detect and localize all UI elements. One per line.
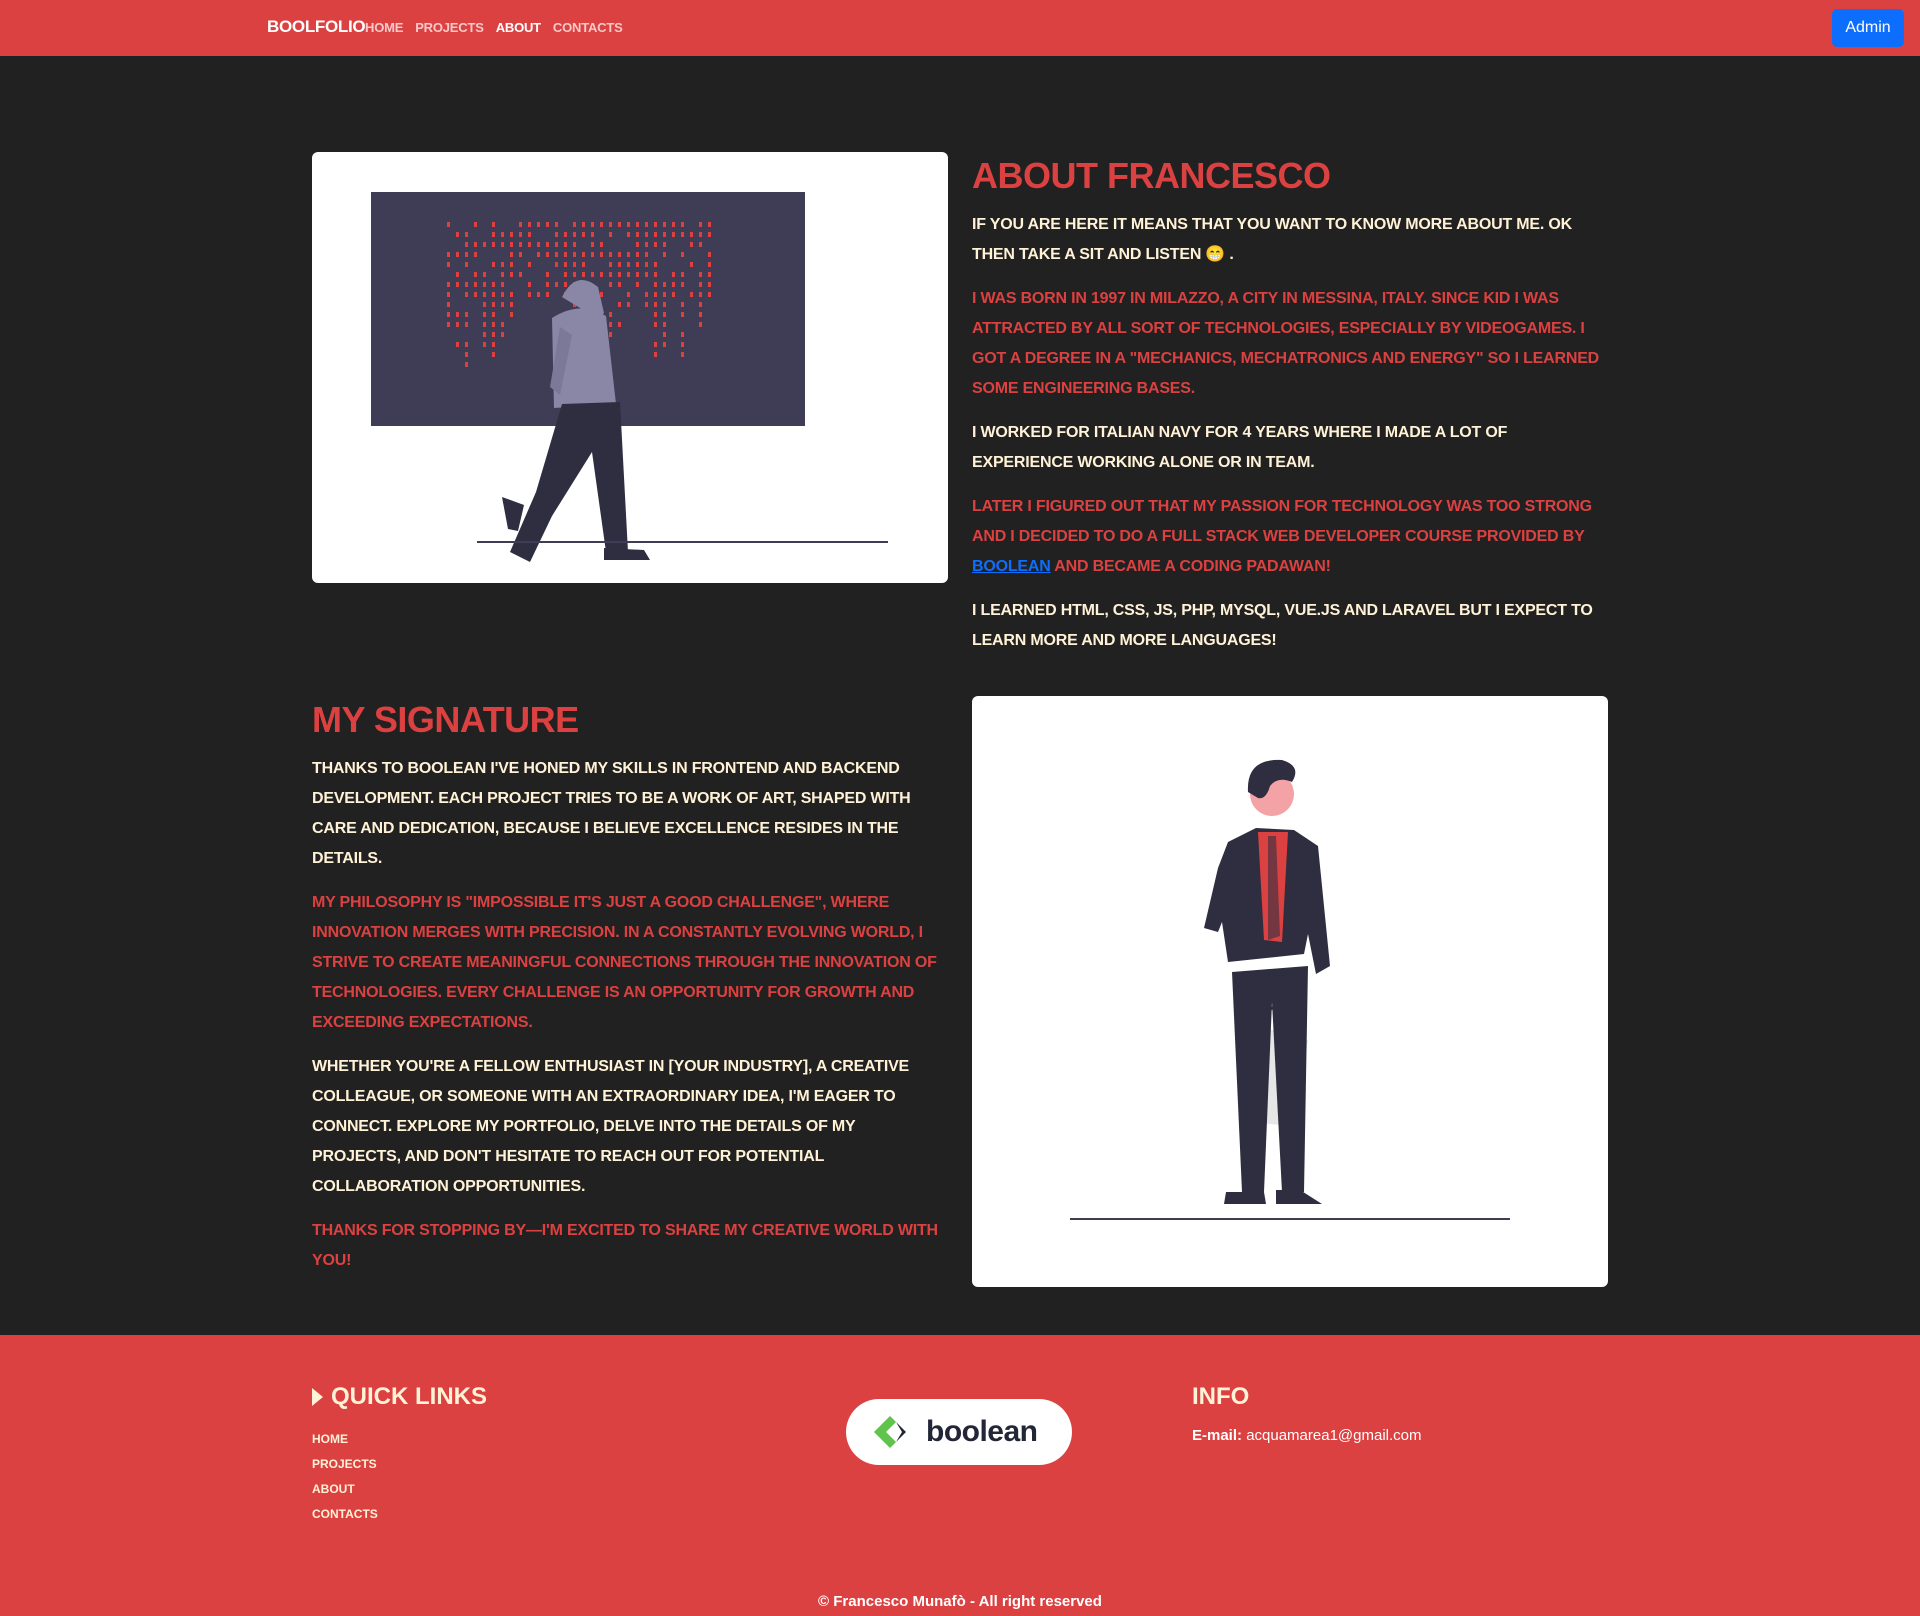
admin-button[interactable]: Admin — [1832, 9, 1904, 47]
footer-link-home[interactable]: HOME — [312, 1427, 378, 1452]
about-title: ABOUT FRANCESCO — [972, 155, 1331, 196]
nav-link-about[interactable]: ABOUT — [496, 20, 541, 35]
footer-link-projects[interactable]: PROJECTS — [312, 1452, 378, 1477]
quick-links-list: HOME PROJECTS ABOUT CONTACTS — [312, 1427, 378, 1527]
signature-paragraph-2: MY PHILOSOPHY IS "IMPOSSIBLE IT'S JUST A… — [312, 894, 937, 1031]
signature-paragraph-3: WHETHER YOU'RE A FELLOW ENTHUSIAST IN [Y… — [312, 1058, 910, 1195]
navbar: BOOLFOLIO HOME PROJECTS ABOUT CONTACTS A… — [0, 0, 1920, 56]
about-intro: IF YOU ARE HERE IT MEANS THAT YOU WANT T… — [972, 216, 1572, 263]
about-learned-paragraph: I LEARNED HTML, CSS, JS, PHP, MYSQL, VUE… — [972, 602, 1593, 649]
signature-paragraph-4: THANKS FOR STOPPING BY—I'M EXCITED TO SH… — [312, 1222, 938, 1269]
grin-emoji-icon: 😁 — [1205, 246, 1226, 263]
footer-link-about[interactable]: ABOUT — [312, 1477, 378, 1502]
footer: QUICK LINKS HOME PROJECTS ABOUT CONTACTS… — [0, 1335, 1920, 1616]
boolean-diamond-icon — [874, 1416, 906, 1448]
signature-title: MY SIGNATURE — [312, 699, 579, 740]
nav-link-contacts[interactable]: CONTACTS — [553, 20, 623, 35]
about-illustration-card — [312, 152, 948, 583]
email-info: E-mail: acquamarea1@gmail.com — [1192, 1427, 1422, 1444]
nav-links: HOME PROJECTS ABOUT CONTACTS — [365, 20, 623, 35]
about-navy-paragraph: I WORKED FOR ITALIAN NAVY FOR 4 YEARS WH… — [972, 424, 1508, 471]
about-section: ABOUT FRANCESCO IF YOU ARE HERE IT MEANS… — [972, 152, 1608, 670]
brand-logo[interactable]: BOOLFOLIO — [267, 17, 366, 37]
nav-link-home[interactable]: HOME — [365, 20, 403, 35]
boolean-logo[interactable]: boolean — [846, 1399, 1072, 1465]
nav-link-projects[interactable]: PROJECTS — [415, 20, 484, 35]
signature-section: MY SIGNATURE THANKS TO BOOLEAN I'VE HONE… — [312, 696, 948, 1290]
standing-man-illustration — [1070, 759, 1510, 1220]
hacker-walking-illustration — [371, 192, 888, 562]
info-title: INFO — [1192, 1383, 1250, 1410]
copyright: © Francesco Munafò - All right reserved — [818, 1593, 1102, 1610]
signature-illustration-card — [972, 696, 1608, 1287]
boolean-link[interactable]: BOOLEAN — [972, 558, 1051, 575]
footer-link-contacts[interactable]: CONTACTS — [312, 1502, 378, 1527]
about-born-paragraph: I WAS BORN IN 1997 IN MILAZZO, A CITY IN… — [972, 290, 1600, 397]
caret-right-icon — [312, 1388, 323, 1406]
email-link[interactable]: acquamarea1@gmail.com — [1246, 1427, 1421, 1444]
signature-paragraph-1: THANKS TO BOOLEAN I'VE HONED MY SKILLS I… — [312, 760, 911, 867]
quick-links-title: QUICK LINKS — [312, 1383, 487, 1411]
about-later-paragraph: LATER I FIGURED OUT THAT MY PASSION FOR … — [972, 498, 1592, 575]
